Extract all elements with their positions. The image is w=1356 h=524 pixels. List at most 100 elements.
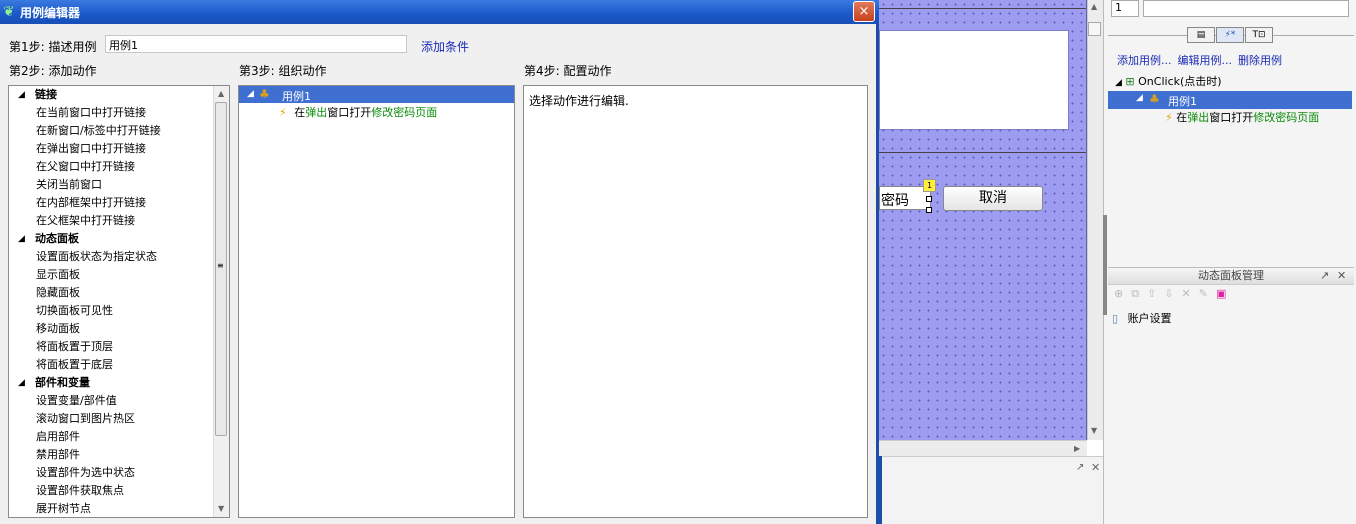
delete-case-link[interactable]: 删除用例 [1238, 54, 1282, 67]
dialog-title: 用例编辑器 [20, 6, 81, 20]
onclick-event-node[interactable]: ◢ ⊞ OnClick(点击时) [1115, 73, 1222, 89]
canvas-vertical-scrollbar[interactable]: ▲ ▼ [1087, 0, 1103, 440]
organize-actions-tree[interactable] [238, 85, 515, 518]
delete-icon[interactable]: ✕ [1182, 287, 1199, 300]
category-dynamic-panels[interactable]: ◢ 动态面板 [18, 230, 79, 248]
canvas-white-panel[interactable] [879, 30, 1069, 130]
close-button[interactable]: × [853, 1, 875, 22]
action-item[interactable]: 在当前窗口中打开链接 [36, 104, 146, 122]
action-target: 修改密码页面 [1253, 111, 1320, 124]
panel-icon[interactable]: ▣ [1216, 287, 1234, 300]
move-up-icon[interactable]: ⇧ [1147, 287, 1164, 300]
dp-item[interactable]: ▯ 账户设置 [1112, 310, 1172, 326]
scroll-down-icon[interactable]: ▼ [1091, 426, 1097, 435]
action-item[interactable]: 设置部件获取焦点 [36, 482, 124, 500]
action-item[interactable]: 将面板置于底层 [36, 356, 113, 374]
case-name-input[interactable]: 用例1 [105, 35, 407, 53]
action-text: 在 [294, 106, 306, 119]
page-number-field[interactable]: 1 [1111, 0, 1139, 17]
pin-icon[interactable]: ↗ [1320, 268, 1329, 284]
add-state-icon[interactable]: ⊕ [1114, 287, 1131, 300]
selected-case-node[interactable]: ◢ ♣ 用例1 [1108, 91, 1352, 109]
case-icon: ♣ [1149, 92, 1160, 106]
actions-list[interactable]: ◢ 链接 在当前窗口中打开链接 在新窗口/标签中打开链接 在弹出窗口中打开链接 在… [8, 85, 230, 518]
action-item[interactable]: 关闭当前窗口 [36, 176, 102, 194]
interaction-badge: 1 [923, 179, 936, 192]
scroll-down-icon[interactable]: ▼ [218, 504, 224, 513]
step4-label: 第4步: 配置动作 [524, 64, 612, 78]
action-item[interactable]: 设置部件为选中状态 [36, 464, 135, 482]
duplicate-icon[interactable]: ⧉ [1131, 287, 1147, 300]
canvas-guide-line [879, 8, 1087, 9]
close-icon[interactable]: ✕ [1337, 268, 1346, 284]
collapse-triangle-icon[interactable]: ◢ [18, 374, 25, 392]
case-links: 添加用例... 编辑用例... 删除用例 [1117, 52, 1288, 68]
scroll-right-icon[interactable]: ▶ [1074, 444, 1080, 453]
action-node[interactable]: ⚡ 在弹出窗口打开修改密码页面 [1165, 109, 1319, 125]
add-case-link[interactable]: 添加用例... [1117, 54, 1172, 67]
category-widgets-variables[interactable]: ◢ 部件和变量 [18, 374, 90, 392]
action-item[interactable]: 隐藏面板 [36, 284, 80, 302]
action-text: 弹出 [305, 106, 328, 119]
action-item[interactable]: 在弹出窗口中打开链接 [36, 140, 146, 158]
organize-action-node[interactable]: ⚡ 在弹出窗口打开修改密码页面 [279, 104, 437, 120]
dynamic-panel-manager-header: 动态面板管理 ↗ ✕ [1108, 267, 1354, 285]
action-item[interactable]: 设置面板状态为指定状态 [36, 248, 157, 266]
action-item[interactable]: 移动面板 [36, 320, 80, 338]
selection-handle[interactable] [926, 207, 932, 213]
action-item[interactable]: 滚动窗口到图片热区 [36, 410, 135, 428]
tab-formatting[interactable]: T⊡ [1245, 27, 1273, 43]
collapse-triangle-icon[interactable]: ◢ [1136, 93, 1143, 103]
action-item[interactable]: 启用部件 [36, 428, 80, 446]
action-item[interactable]: 设置变量/部件值 [36, 392, 117, 410]
panel-splitter[interactable] [1103, 215, 1107, 315]
action-item[interactable]: 将面板置于顶层 [36, 338, 113, 356]
action-item[interactable]: 在内部框架中打开链接 [36, 194, 146, 212]
edit-case-link[interactable]: 编辑用例... [1178, 54, 1233, 67]
add-condition-link[interactable]: 添加条件 [421, 38, 469, 55]
canvas-horizontal-scrollbar[interactable]: ▶ [879, 440, 1087, 456]
step3-label: 第3步: 组织动作 [239, 64, 327, 78]
action-item[interactable]: 切换面板可见性 [36, 302, 113, 320]
category-label: 链接 [35, 88, 57, 101]
action-item[interactable]: 在父框架中打开链接 [36, 212, 135, 230]
action-item[interactable]: 展开树节点 [36, 500, 91, 517]
tab-interactions[interactable]: ⚡* [1216, 27, 1244, 43]
app-logo-icon: ❦ [3, 4, 15, 20]
dialog-titlebar[interactable]: 用例编辑器 [0, 0, 879, 24]
category-label: 部件和变量 [35, 376, 90, 389]
action-target: 修改密码页面 [371, 106, 438, 119]
canvas-vscroll-thumb[interactable] [1088, 22, 1101, 36]
move-down-icon[interactable]: ⇩ [1164, 287, 1181, 300]
bottom-panel: ↗ ✕ [879, 456, 1103, 524]
event-icon: ⊞ [1125, 75, 1135, 88]
collapse-triangle-icon[interactable]: ◢ [1115, 78, 1122, 88]
category-links[interactable]: ◢ 链接 [18, 86, 57, 104]
category-label: 动态面板 [35, 232, 79, 245]
scroll-up-icon[interactable]: ▲ [1091, 2, 1097, 11]
collapse-triangle-icon[interactable]: ◢ [18, 86, 25, 104]
dp-item-label: 账户设置 [1127, 312, 1172, 325]
selection-handle[interactable] [926, 196, 932, 202]
canvas-guide-line [879, 152, 1087, 153]
lightning-icon: ⚡ [279, 106, 287, 119]
case-label: 用例1 [1168, 95, 1197, 108]
action-item[interactable]: 在父窗口中打开链接 [36, 158, 135, 176]
lightning-icon: ⚡ [1165, 111, 1173, 124]
dp-title: 动态面板管理 [1198, 269, 1264, 282]
collapse-triangle-icon[interactable]: ◢ [18, 230, 25, 248]
action-item[interactable]: 显示面板 [36, 266, 80, 284]
action-item[interactable]: 禁用部件 [36, 446, 80, 464]
pin-icon[interactable]: ↗ [1076, 462, 1084, 473]
collapse-triangle-icon[interactable]: ◢ [247, 89, 254, 99]
organize-case-node[interactable]: ◢ ♣ 用例1 [239, 86, 514, 103]
close-icon[interactable]: ✕ [1091, 461, 1100, 474]
canvas-cancel-button[interactable]: 取消 [943, 186, 1043, 211]
action-text: 窗口打开 [1209, 111, 1254, 124]
edit-icon[interactable]: ✎ [1199, 287, 1216, 300]
actions-list-scroll-thumb[interactable]: ≡ [215, 102, 227, 436]
scroll-up-icon[interactable]: ▲ [218, 89, 224, 98]
tab-notes[interactable]: ▤ [1187, 27, 1215, 43]
action-item[interactable]: 在新窗口/标签中打开链接 [36, 122, 161, 140]
page-name-field[interactable] [1143, 0, 1349, 17]
